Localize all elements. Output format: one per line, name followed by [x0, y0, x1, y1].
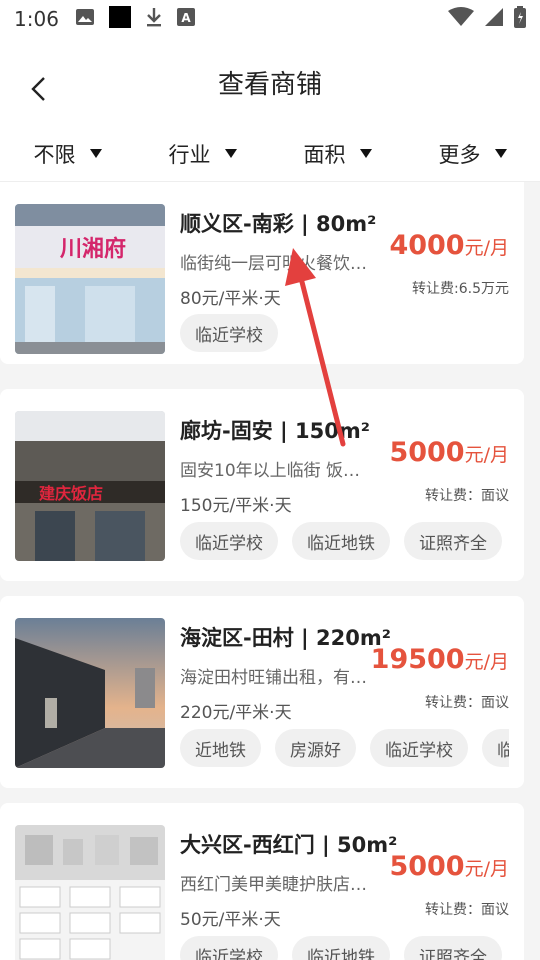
- tag: 房源好: [275, 729, 356, 767]
- tag-list: 临近学校 临近地铁 证照齐全: [180, 522, 509, 560]
- monthly-rent: 4000元/月: [389, 230, 509, 261]
- tag-list: 临近学校 临近地铁 证照齐全: [180, 936, 509, 960]
- status-time: 1:06: [14, 7, 59, 31]
- shop-sign-text: 建庆饭店: [39, 484, 103, 503]
- shop-thumbnail: [15, 825, 165, 960]
- shop-card[interactable]: 川湘府 顺义区-南彩 | 80m² 临街纯一层可明火餐饮… 80元/平米·天 4…: [0, 182, 524, 364]
- shop-description: 临街纯一层可明火餐饮…: [180, 254, 367, 274]
- tag: 临近地铁: [292, 936, 390, 960]
- monthly-rent: 19500元/月: [371, 644, 509, 675]
- filter-label: 行业: [168, 142, 211, 167]
- shop-card[interactable]: 建庆饭店 廊坊-固安 | 150m² 固安10年以上临街 饭… 150元/平米·…: [0, 389, 524, 581]
- dropdown-triangle-icon: [89, 149, 102, 158]
- transfer-fee: 转让费：面议: [425, 488, 509, 504]
- filter-label: 更多: [438, 142, 481, 167]
- filter-area[interactable]: 面积: [270, 139, 405, 169]
- rent-unit: 元/月: [464, 651, 509, 673]
- tag: 临近学校: [180, 936, 278, 960]
- tag: 近地铁: [180, 729, 261, 767]
- shop-description: 西红门美甲美睫护肤店…: [180, 875, 367, 895]
- signal-icon: [484, 7, 504, 31]
- shop-description: 固安10年以上临街 饭…: [180, 461, 361, 481]
- rent-unit: 元/月: [464, 237, 509, 259]
- shop-title: 廊坊-固安 | 150m²: [180, 419, 370, 443]
- font-a-icon: A: [176, 8, 195, 30]
- filter-bar: 不限 行业 面积 更多: [0, 126, 540, 182]
- rent-unit: 元/月: [464, 444, 509, 466]
- tag: 临近学校: [370, 729, 468, 767]
- shop-thumbnail: 建庆饭店: [15, 411, 165, 561]
- shop-title: 顺义区-南彩 | 80m²: [180, 212, 377, 236]
- shop-description: 海淀田村旺铺出租，有…: [180, 668, 367, 688]
- tag: 临近学校: [180, 314, 278, 352]
- monthly-rent: 5000元/月: [389, 851, 509, 882]
- shop-title: 大兴区-西红门 | 50m²: [180, 833, 398, 857]
- unit-price: 80元/平米·天: [180, 289, 281, 309]
- filter-label: 不限: [33, 142, 76, 167]
- unit-price: 150元/平米·天: [180, 496, 292, 516]
- tag: 临近地铁: [292, 522, 390, 560]
- image-icon: [75, 8, 95, 30]
- filter-label: 面积: [303, 142, 346, 167]
- rent-amount: 4000: [389, 230, 465, 261]
- download-icon: [145, 6, 163, 32]
- wifi-icon: [448, 7, 474, 31]
- shop-sign-text: 川湘府: [59, 236, 126, 262]
- transfer-fee: 转让费:6.5万元: [412, 281, 509, 297]
- transfer-fee: 转让费：面议: [425, 695, 509, 711]
- tag: 临近学校: [180, 522, 278, 560]
- tag: 临: [482, 729, 509, 767]
- tag-list: 近地铁 房源好 临近学校 临: [180, 729, 509, 767]
- tag: 证照齐全: [404, 522, 502, 560]
- shop-card[interactable]: 海淀区-田村 | 220m² 海淀田村旺铺出租，有… 220元/平米·天 195…: [0, 596, 524, 788]
- unit-price: 220元/平米·天: [180, 703, 292, 723]
- shop-card[interactable]: 大兴区-西红门 | 50m² 西红门美甲美睫护肤店… 50元/平米·天 5000…: [0, 803, 524, 960]
- page-title: 查看商铺: [217, 70, 322, 100]
- dropdown-triangle-icon: [224, 149, 237, 158]
- monthly-rent: 5000元/月: [389, 437, 509, 468]
- header: 查看商铺: [0, 38, 540, 126]
- shop-list: 川湘府 顺义区-南彩 | 80m² 临街纯一层可明火餐饮… 80元/平米·天 4…: [0, 182, 540, 960]
- transfer-fee: 转让费：面议: [425, 902, 509, 918]
- tag: 证照齐全: [404, 936, 502, 960]
- rent-amount: 5000: [389, 851, 465, 882]
- rent-amount: 19500: [370, 644, 465, 675]
- shop-thumbnail: [15, 618, 165, 768]
- battery-icon: [514, 6, 526, 32]
- filter-industry[interactable]: 行业: [135, 139, 270, 169]
- dropdown-triangle-icon: [494, 149, 507, 158]
- dropdown-triangle-icon: [359, 149, 372, 158]
- rent-amount: 5000: [389, 437, 465, 468]
- rent-unit: 元/月: [464, 858, 509, 880]
- black-square-icon: [108, 6, 131, 32]
- tag-list: 临近学校: [180, 314, 509, 352]
- filter-unlimited[interactable]: 不限: [0, 139, 135, 169]
- status-bar: 1:06 A: [0, 0, 540, 38]
- svg-text:A: A: [181, 11, 191, 25]
- shop-title: 海淀区-田村 | 220m²: [180, 626, 391, 650]
- unit-price: 50元/平米·天: [180, 910, 281, 930]
- filter-more[interactable]: 更多: [405, 139, 540, 169]
- shop-thumbnail: 川湘府: [15, 204, 165, 354]
